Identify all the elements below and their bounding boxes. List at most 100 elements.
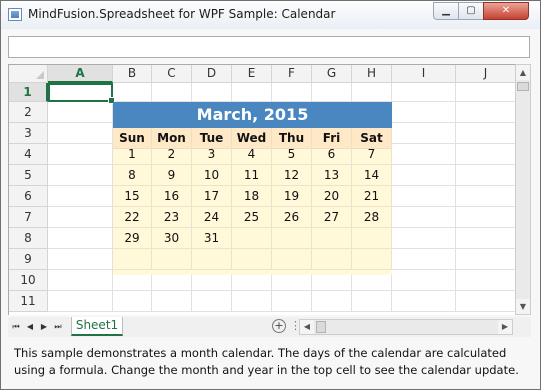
calendar-title[interactable]: March, 2015 (113, 102, 392, 128)
grid-cell[interactable] (392, 270, 456, 291)
column-header[interactable]: F (272, 65, 312, 83)
grid-cell[interactable] (152, 83, 192, 102)
calendar-day-cell[interactable]: 9 (152, 165, 192, 186)
grid-cell[interactable] (352, 291, 392, 312)
row-header[interactable]: 10 (9, 270, 48, 291)
calendar-day-cell[interactable]: 20 (312, 186, 352, 207)
grid-cell[interactable] (392, 123, 456, 144)
row-header[interactable]: 1 (9, 83, 48, 102)
calendar-day-cell[interactable]: 21 (352, 186, 392, 207)
grid-cell[interactable] (192, 83, 232, 102)
row-header[interactable]: 5 (9, 165, 48, 186)
column-header[interactable]: B (113, 65, 152, 83)
row-header[interactable]: 3 (9, 123, 48, 144)
calendar-day-cell[interactable]: 3 (192, 144, 232, 165)
calendar-day-cell[interactable]: 4 (232, 144, 272, 165)
select-all-corner[interactable] (9, 65, 48, 83)
row-header[interactable]: 8 (9, 228, 48, 249)
calendar-day-cell[interactable]: 15 (113, 186, 152, 207)
calendar-day-cell[interactable]: 18 (232, 186, 272, 207)
grid-cell[interactable] (48, 291, 113, 312)
grid-cell[interactable] (48, 249, 113, 270)
grid-cell[interactable] (232, 83, 272, 102)
grid-cell[interactable] (392, 165, 456, 186)
column-header[interactable]: D (192, 65, 232, 83)
grid-cell[interactable] (456, 207, 515, 228)
grid-cell[interactable] (456, 123, 515, 144)
calendar-day-cell[interactable]: 12 (272, 165, 312, 186)
first-sheet-button[interactable]: ⏮ (10, 320, 22, 334)
grid-cell[interactable] (232, 291, 272, 312)
grid-cell[interactable] (192, 291, 232, 312)
row-header[interactable]: 7 (9, 207, 48, 228)
calendar-day-cell[interactable]: 19 (272, 186, 312, 207)
calendar-day-cell[interactable]: 30 (152, 228, 192, 249)
grid-cell[interactable] (456, 291, 515, 312)
grid-cell[interactable] (113, 83, 152, 102)
grid-cell[interactable] (392, 102, 456, 123)
close-button[interactable]: ✕ (483, 2, 529, 20)
spreadsheet-grid[interactable]: ABCDEFGHIJ 1 2 3 4 5 6 7 8 9 10 11 March, 2015 Sun… (8, 64, 515, 315)
grid-cell[interactable] (48, 165, 113, 186)
calendar-day-cell[interactable]: 7 (352, 144, 392, 165)
grid-cell[interactable] (456, 228, 515, 249)
grid-cell[interactable] (392, 249, 456, 270)
vertical-scrollbar[interactable]: ▲ ▼ (515, 64, 531, 315)
active-cell-selection[interactable] (48, 83, 115, 104)
grid-cell[interactable] (456, 270, 515, 291)
row-header[interactable]: 6 (9, 186, 48, 207)
grid-cell[interactable] (48, 123, 113, 144)
grid-cell[interactable] (456, 165, 515, 186)
grid-cell[interactable] (312, 83, 352, 102)
grid-cell[interactable] (456, 102, 515, 123)
grid-cell[interactable] (392, 83, 456, 102)
column-header[interactable]: H (352, 65, 392, 83)
horizontal-scrollbar[interactable]: ◀ ▶ (299, 319, 513, 335)
grid-cell[interactable] (48, 228, 113, 249)
last-sheet-button[interactable]: ⏭ (52, 320, 64, 334)
column-header[interactable]: I (392, 65, 456, 83)
calendar-day-cell[interactable]: 17 (192, 186, 232, 207)
calendar-day-cell[interactable] (272, 228, 312, 249)
grid-cell[interactable] (392, 291, 456, 312)
column-header[interactable]: C (152, 65, 192, 83)
calendar-day-cell[interactable]: 29 (113, 228, 152, 249)
calendar-day-cell[interactable]: 24 (192, 207, 232, 228)
grid-cell[interactable] (352, 83, 392, 102)
horizontal-scroll-thumb[interactable] (316, 321, 326, 333)
calendar-day-cell[interactable] (192, 249, 232, 270)
calendar-day-cell[interactable]: 10 (192, 165, 232, 186)
calendar-day-cell[interactable]: 8 (113, 165, 152, 186)
grid-cell[interactable] (272, 83, 312, 102)
column-header[interactable]: J (456, 65, 515, 83)
maximize-button[interactable]: ▢ (458, 2, 484, 20)
calendar-day-cell[interactable] (232, 249, 272, 270)
calendar-day-cell[interactable] (113, 249, 152, 270)
calendar-day-cell[interactable]: 23 (152, 207, 192, 228)
scroll-up-button[interactable]: ▲ (516, 65, 530, 80)
calendar-day-cell[interactable] (352, 249, 392, 270)
row-header[interactable]: 9 (9, 249, 48, 270)
scroll-right-button[interactable]: ▶ (498, 320, 512, 334)
grid-cell[interactable] (456, 186, 515, 207)
column-header[interactable]: G (312, 65, 352, 83)
calendar-day-cell[interactable] (352, 228, 392, 249)
row-header[interactable]: 4 (9, 144, 48, 165)
add-sheet-icon[interactable]: + (272, 319, 286, 333)
grid-cell[interactable] (312, 291, 352, 312)
calendar-day-cell[interactable] (232, 228, 272, 249)
grid-cell[interactable] (456, 83, 515, 102)
calendar-day-cell[interactable]: 27 (312, 207, 352, 228)
calendar-day-cell[interactable]: 5 (272, 144, 312, 165)
calendar-day-cell[interactable] (312, 228, 352, 249)
grid-cell[interactable] (392, 144, 456, 165)
calendar-day-cell[interactable]: 11 (232, 165, 272, 186)
calendar-day-cell[interactable]: 6 (312, 144, 352, 165)
calendar-day-cell[interactable]: 13 (312, 165, 352, 186)
calendar-day-cell[interactable]: 22 (113, 207, 152, 228)
grid-cell[interactable] (48, 270, 113, 291)
grid-cell[interactable] (392, 228, 456, 249)
calendar-day-cell[interactable]: 1 (113, 144, 152, 165)
calendar-day-cell[interactable]: 25 (232, 207, 272, 228)
row-header[interactable]: 11 (9, 291, 48, 312)
